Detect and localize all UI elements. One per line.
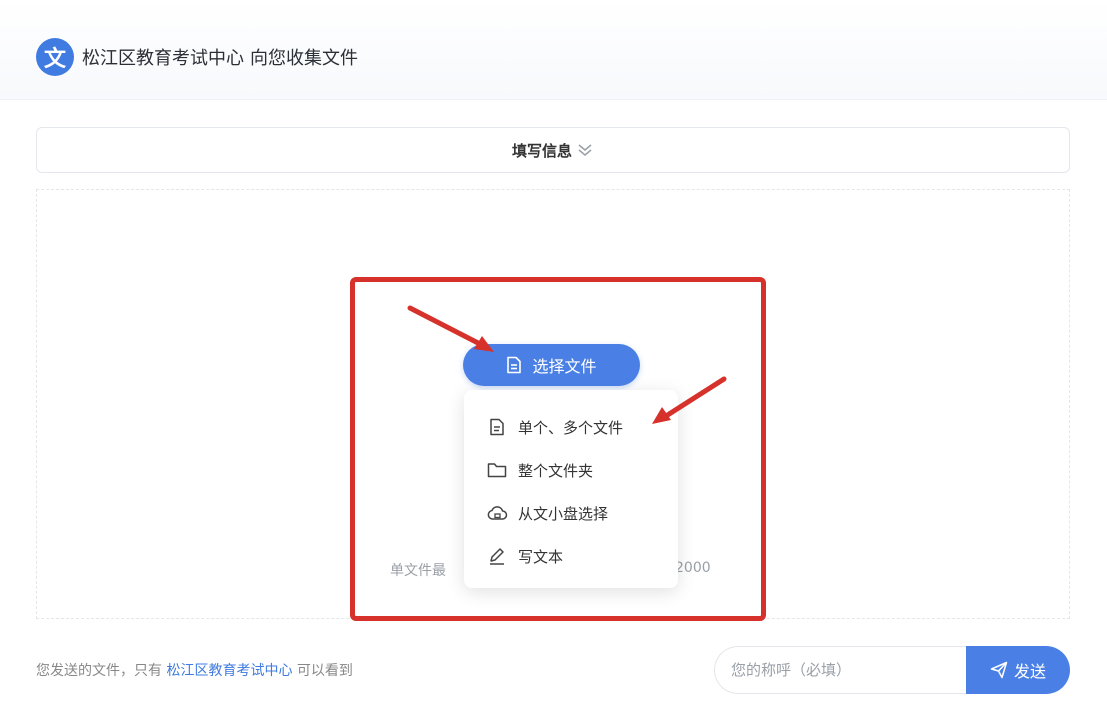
send-button[interactable]: 发送: [966, 646, 1070, 694]
fill-info-label: 填写信息: [511, 141, 572, 160]
file-icon: [486, 416, 508, 438]
menu-item-from-cloud[interactable]: 从文小盘选择: [464, 492, 678, 534]
select-file-label: 选择文件: [532, 357, 597, 376]
select-file-button[interactable]: 选择文件: [463, 344, 640, 386]
menu-item-single-multiple-files[interactable]: 单个、多个文件: [464, 406, 678, 448]
footer-note-suffix: 可以看到: [296, 663, 353, 679]
menu-item-label: 从文小盘选择: [518, 504, 609, 523]
menu-item-label: 写文本: [518, 547, 564, 566]
logo-icon: 文: [36, 38, 74, 76]
header: 文 松江区教育考试中心 向您收集文件: [0, 0, 1107, 100]
logo-glyph: 文: [43, 47, 66, 72]
pencil-icon: [486, 545, 508, 567]
footer-org-link[interactable]: 松江区教育考试中心: [166, 663, 292, 679]
cloud-icon: [486, 502, 508, 524]
name-input[interactable]: [714, 646, 974, 694]
fill-info-toggle[interactable]: 填写信息: [36, 127, 1070, 173]
header-org-name: 松江区教育考试中心: [82, 48, 244, 69]
paper-plane-icon: [990, 661, 1008, 679]
menu-item-label: 整个文件夹: [518, 461, 594, 480]
file-icon: [506, 356, 522, 374]
menu-item-whole-folder[interactable]: 整个文件夹: [464, 449, 678, 491]
header-title-suffix: 向您收集文件: [250, 48, 358, 69]
double-chevron-down-icon: [576, 142, 594, 158]
footer-note-prefix: 您发送的文件，只有: [36, 663, 162, 679]
folder-icon: [486, 459, 508, 481]
select-file-menu: 单个、多个文件 整个文件夹 从文小盘选择 写文本: [464, 390, 678, 588]
footer-note: 您发送的文件，只有 松江区教育考试中心 可以看到: [36, 660, 353, 680]
menu-item-write-text[interactable]: 写文本: [464, 535, 678, 577]
send-label: 发送: [1013, 662, 1046, 681]
menu-item-label: 单个、多个文件: [518, 418, 624, 437]
page-title: 松江区教育考试中心 向您收集文件: [82, 44, 358, 70]
page: 文 松江区教育考试中心 向您收集文件 填写信息 单文件最 2000 选择文件 单…: [0, 0, 1107, 722]
